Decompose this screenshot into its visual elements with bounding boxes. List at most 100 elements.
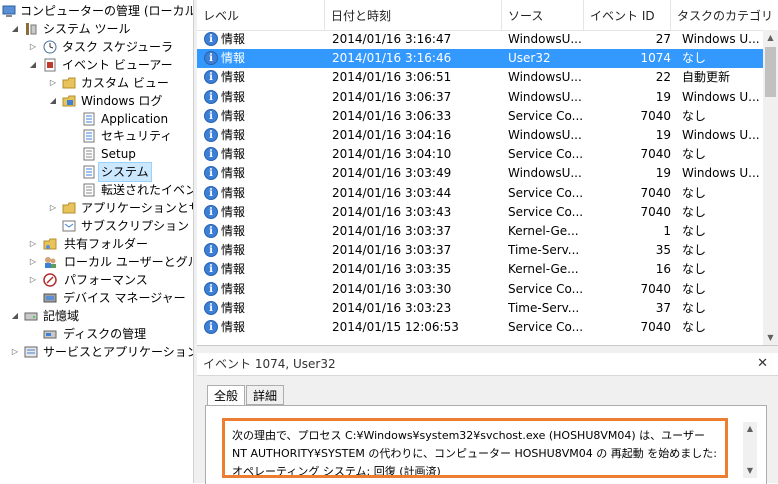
column-header-source[interactable]: ソース — [502, 0, 584, 30]
collapse-icon[interactable]: ◢ — [48, 92, 58, 110]
table-row[interactable]: i 情報 2014/01/16 3:04:10 Service Co... 7040 なし — [197, 145, 763, 164]
expand-icon[interactable]: ▷ — [28, 38, 38, 56]
tree-item-device-manager[interactable]: デバイス マネージャー — [43, 289, 190, 307]
column-header-datetime[interactable]: 日付と時刻 — [325, 0, 502, 30]
log-icon — [82, 112, 96, 126]
tree-item-event-viewer[interactable]: ◢ イベント ビューアー — [28, 56, 190, 74]
tree-item-custom-views[interactable]: ▷ カスタム ビュー — [48, 74, 190, 92]
tree-root[interactable]: コンピューターの管理 (ローカル) — [2, 2, 193, 20]
table-row[interactable]: i 情報 2014/01/16 3:06:37 WindowsU... 19 Window… — [197, 88, 763, 107]
table-row[interactable]: i 情報 2014/01/16 3:16:47 WindowsU... 27 Window… — [197, 30, 763, 49]
expand-icon[interactable]: ▷ — [48, 74, 58, 92]
tree-item-local-users[interactable]: ▷ ローカル ユーザーとグループ — [28, 253, 193, 271]
tree-item-task-scheduler[interactable]: ▷ タスク スケジューラ — [28, 38, 190, 56]
expand-icon[interactable]: ▷ — [48, 199, 58, 217]
table-row[interactable]: i 情報 2014/01/16 3:03:43 Service Co... 7040 なし — [197, 203, 763, 222]
cell-source: Service Co... — [508, 109, 584, 123]
cell-source: WindowsU... — [508, 90, 582, 104]
scroll-down-icon[interactable]: ▼ — [743, 464, 757, 478]
table-row[interactable]: i 情報 2014/01/16 3:03:35 Kernel-Ge... 16 なし — [197, 260, 763, 279]
tree-label: 転送されたイベント — [101, 183, 193, 197]
device-manager-icon — [43, 291, 57, 305]
tree-label: 記憶域 — [43, 309, 80, 323]
close-icon[interactable]: ✕ — [757, 353, 768, 375]
event-viewer-icon — [43, 58, 57, 72]
cell-event-id: 7040 — [640, 320, 671, 334]
cell-task-category: なし — [682, 301, 707, 315]
cell-event-id: 7040 — [640, 109, 671, 123]
scroll-up-icon[interactable]: ▲ — [743, 422, 757, 436]
info-icon: i — [204, 282, 218, 296]
cell-level: 情報 — [221, 243, 246, 257]
tree-item-storage[interactable]: ◢ 記憶域 — [10, 307, 190, 325]
table-row[interactable]: i 情報 2014/01/16 3:03:37 Time-Serv... 35 なし — [197, 241, 763, 260]
info-icon: i — [204, 301, 218, 315]
tree-item-services-apps[interactable]: ▷ サービスとアプリケーション — [10, 343, 193, 361]
cell-datetime: 2014/01/16 3:06:51 — [332, 70, 452, 84]
tree-item-performance[interactable]: ▷ パフォーマンス — [28, 271, 190, 289]
list-scrollbar[interactable]: ▲ ▼ — [763, 30, 778, 345]
table-row[interactable]: i 情報 2014/01/16 3:03:37 Kernel-Ge... 1 なし — [197, 222, 763, 241]
info-icon: i — [204, 70, 218, 84]
cell-task-category: なし — [682, 224, 707, 238]
cell-task-category: Windows U... — [682, 128, 760, 142]
subscription-icon — [62, 219, 76, 233]
info-icon: i — [204, 51, 218, 65]
cell-task-category: なし — [682, 262, 707, 276]
cell-event-id: 7040 — [640, 282, 671, 296]
tree-item-shared-folders[interactable]: ▷ 共有フォルダー — [28, 235, 190, 253]
table-row[interactable]: i 情報 2014/01/16 3:03:44 Service Co... 7040 なし — [197, 184, 763, 203]
table-row[interactable]: i 情報 2014/01/16 3:06:51 WindowsU... 22 自動更新 — [197, 68, 763, 87]
table-row[interactable]: i 情報 2014/01/16 3:16:46 User32 1074 なし — [197, 49, 763, 68]
table-row[interactable]: i 情報 2014/01/16 3:03:49 WindowsU... 19 Window… — [197, 164, 763, 183]
column-header-event-id[interactable]: イベント ID — [584, 0, 671, 30]
cell-source: WindowsU... — [508, 70, 582, 84]
info-icon: i — [204, 243, 218, 257]
column-header-task-category[interactable]: タスクのカテゴリ — [671, 0, 778, 30]
folder-icon — [62, 201, 76, 215]
cell-datetime: 2014/01/16 3:03:30 — [332, 282, 452, 296]
tab-general[interactable]: 全般 — [207, 385, 246, 406]
cell-source: WindowsU... — [508, 166, 582, 180]
scroll-up-icon[interactable]: ▲ — [763, 30, 778, 45]
table-row[interactable]: i 情報 2014/01/16 3:04:16 WindowsU... 19 Window… — [197, 126, 763, 145]
tree-item-system[interactable]: システム — [82, 162, 190, 182]
tree-item-application[interactable]: Application — [82, 110, 190, 128]
expand-icon[interactable]: ▷ — [28, 235, 38, 253]
scroll-thumb[interactable] — [765, 47, 776, 97]
tree-item-apps-services-logs[interactable]: ▷ アプリケーションとサービ — [48, 199, 193, 217]
disk-icon — [43, 327, 57, 341]
table-row[interactable]: i 情報 2014/01/15 12:06:53 Service Co... 7040 な… — [197, 318, 763, 337]
tree-item-windows-logs[interactable]: ◢ Windows ログ — [48, 92, 190, 110]
column-header-level[interactable]: レベル — [197, 0, 325, 30]
tree-item-system-tools[interactable]: ◢ システム ツール — [10, 20, 190, 38]
expand-icon[interactable]: ▷ — [28, 271, 38, 289]
collapse-icon[interactable]: ◢ — [10, 307, 20, 325]
cell-source: Kernel-Ge... — [508, 262, 579, 276]
log-icon — [82, 129, 96, 143]
table-row[interactable]: i 情報 2014/01/16 3:03:30 Service Co... 7040 なし — [197, 280, 763, 299]
description-scrollbar[interactable]: ▲ ▼ — [743, 422, 757, 478]
table-row[interactable]: i 情報 2014/01/16 3:03:23 Time-Serv... 37 なし — [197, 299, 763, 318]
tree-item-security[interactable]: セキュリティ — [82, 127, 190, 145]
tree-item-disk-management[interactable]: ディスクの管理 — [43, 325, 190, 343]
table-row[interactable]: i 情報 2014/01/16 3:06:33 Service Co... 7040 なし — [197, 107, 763, 126]
tab-details[interactable]: 詳細 — [246, 385, 285, 405]
tree-item-forwarded-events[interactable]: 転送されたイベント — [82, 181, 193, 199]
cell-source: User32 — [508, 51, 551, 65]
tree-item-subscriptions[interactable]: サブスクリプション — [62, 217, 190, 235]
collapse-icon[interactable]: ◢ — [10, 20, 20, 38]
tree-label: タスク スケジューラ — [62, 40, 173, 54]
tree-label: ディスクの管理 — [63, 327, 147, 341]
tree-item-setup[interactable]: Setup — [82, 145, 190, 163]
info-icon: i — [204, 166, 218, 180]
cell-datetime: 2014/01/16 3:16:47 — [332, 32, 452, 46]
expand-icon[interactable]: ▷ — [28, 253, 38, 271]
cell-datetime: 2014/01/16 3:03:35 — [332, 262, 452, 276]
collapse-icon[interactable]: ◢ — [28, 56, 38, 74]
scroll-down-icon[interactable]: ▼ — [763, 330, 778, 345]
cell-level: 情報 — [221, 282, 246, 296]
expand-icon[interactable]: ▷ — [10, 343, 20, 361]
clock-icon — [43, 40, 57, 54]
cell-event-id: 7040 — [640, 205, 671, 219]
